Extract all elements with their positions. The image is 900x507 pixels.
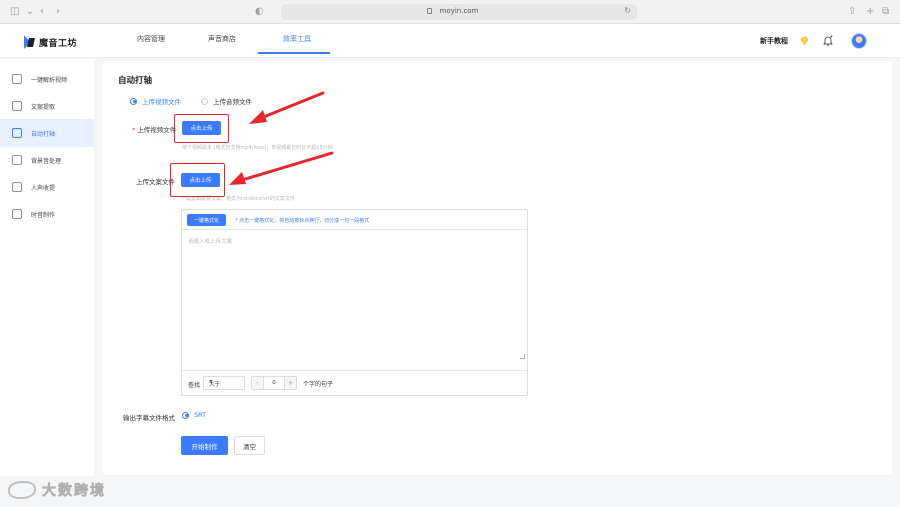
timeline-icon xyxy=(12,128,22,138)
radio-video-source[interactable] xyxy=(130,97,137,105)
sidebar-item-video-parse[interactable]: 一键解析视频 xyxy=(0,65,94,93)
comparison-select[interactable]: 大于 xyxy=(203,376,245,390)
sidebar-icon[interactable]: ◫ xyxy=(10,6,19,18)
length-stepper[interactable]: - 0 + xyxy=(251,376,297,390)
format-button[interactable]: 一键格式化 xyxy=(187,214,226,226)
sidebar-item-text-extract[interactable]: 文案提取 xyxy=(0,92,94,120)
share-icon[interactable]: ⇧ xyxy=(848,6,856,18)
stepper-minus-button[interactable]: - xyxy=(252,377,264,389)
required-marker: * xyxy=(132,126,136,134)
resize-handle[interactable] xyxy=(520,354,525,359)
clip-icon xyxy=(12,209,22,219)
sidebar-item-label: 时音制作 xyxy=(31,211,56,219)
srt-radio-option[interactable]: SRT xyxy=(182,411,206,419)
annotation-box-text-upload xyxy=(170,163,225,197)
stepper-plus-button[interactable]: + xyxy=(284,377,296,389)
annotation-box-video-upload xyxy=(174,114,229,143)
watermark-logo-icon xyxy=(8,481,36,499)
watermark-text: 大数跨境 xyxy=(42,483,106,500)
address-bar[interactable]: moyin.com ↻ xyxy=(281,4,637,20)
tabs-icon[interactable]: ⧉ xyxy=(882,6,889,18)
video-icon xyxy=(12,74,22,84)
video-upload-label-text: 上传视频文件 xyxy=(137,126,177,134)
tab-efficiency-tools[interactable]: 效率工具 xyxy=(283,34,311,44)
start-button[interactable]: 开始制作 xyxy=(181,436,228,455)
tab-content-management[interactable]: 内容管理 xyxy=(137,34,165,44)
brand-name: 魔音工坊 xyxy=(39,38,78,49)
srt-label[interactable]: SRT xyxy=(194,411,206,419)
annotation-arrow-icon xyxy=(249,91,325,124)
sidebar-item-label: 自动打轴 xyxy=(31,130,56,138)
active-tab-indicator xyxy=(258,52,330,54)
url-text: moyin.com xyxy=(439,7,479,15)
editor-toolbar: 一键格式化 * 点击一键格式化，将自动按标点换行，切分成一句一段格式 xyxy=(182,210,527,230)
gem-icon[interactable] xyxy=(800,37,809,45)
radio-video-source-label[interactable]: 上传视频文件 xyxy=(142,96,181,106)
sidebar: 一键解析视频 文案提取 自动打轴 背景音处理 人声收提 时音制作 xyxy=(0,59,94,476)
annotation-arrow-icon xyxy=(229,151,334,185)
tab-voice-store[interactable]: 声音商店 xyxy=(208,34,236,44)
shield-icon[interactable]: ◐ xyxy=(255,6,264,18)
browser-toolbar: ◫ ⌄ ‹ › ◐ moyin.com ↻ ⇧ + ⧉ xyxy=(0,0,900,24)
back-icon[interactable]: ‹ xyxy=(40,6,44,18)
voice-icon xyxy=(12,182,22,192)
watermark: 大数跨境 xyxy=(8,478,106,502)
sidebar-item-label: 人声收提 xyxy=(31,184,56,192)
tutorial-link[interactable]: 新手教程 xyxy=(760,36,788,46)
sentence-filter-bar: 查找 大于 - 0 + 个字的句子 xyxy=(182,370,527,395)
sidebar-item-auto-timeline[interactable]: 自动打轴 xyxy=(0,119,94,147)
bell-icon[interactable] xyxy=(823,35,833,46)
radio-srt[interactable] xyxy=(182,411,189,419)
sidebar-item-label: 一键解析视频 xyxy=(31,76,68,84)
app-header: 魔音工坊 内容管理 声音商店 效率工具 新手教程 xyxy=(0,24,900,58)
text-icon xyxy=(12,101,22,111)
forward-icon[interactable]: › xyxy=(56,6,60,18)
music-icon xyxy=(12,155,22,165)
sidebar-item-label: 文案提取 xyxy=(31,103,56,111)
avatar[interactable] xyxy=(851,33,867,49)
page-title: 自动打轴 xyxy=(118,76,153,86)
reload-icon[interactable]: ↻ xyxy=(624,6,631,15)
chevron-down-icon xyxy=(209,380,213,383)
filter-label: 查找 xyxy=(188,382,201,389)
chevron-down-icon[interactable]: ⌄ xyxy=(26,6,34,18)
script-editor: 一键格式化 * 点击一键格式化，将自动按标点换行，切分成一句一段格式 请输入或上… xyxy=(181,209,528,396)
sidebar-item-background-audio[interactable]: 背景音处理 xyxy=(0,146,94,174)
logo[interactable]: 魔音工坊 xyxy=(24,34,77,50)
logo-icon xyxy=(24,35,35,49)
radio-audio-source[interactable] xyxy=(201,97,208,105)
sidebar-item-label: 背景音处理 xyxy=(31,157,62,165)
clear-button[interactable]: 清空 xyxy=(234,436,265,455)
sidebar-item-voice-extract[interactable]: 人声收提 xyxy=(0,173,94,201)
add-tab-icon[interactable]: + xyxy=(866,6,874,18)
video-upload-label: * 上传视频文件 xyxy=(132,124,176,134)
script-textarea[interactable]: 请输入或上传文案 xyxy=(188,237,232,245)
stepper-value[interactable]: 0 xyxy=(264,380,284,386)
filter-unit: 个字的句子 xyxy=(303,381,334,388)
output-format-label: 输出字幕文件格式 xyxy=(123,414,175,422)
sidebar-item-clip-make[interactable]: 时音制作 xyxy=(0,200,94,228)
format-hint: * 点击一键格式化，将自动按标点换行，切分成一句一段格式 xyxy=(235,218,370,224)
